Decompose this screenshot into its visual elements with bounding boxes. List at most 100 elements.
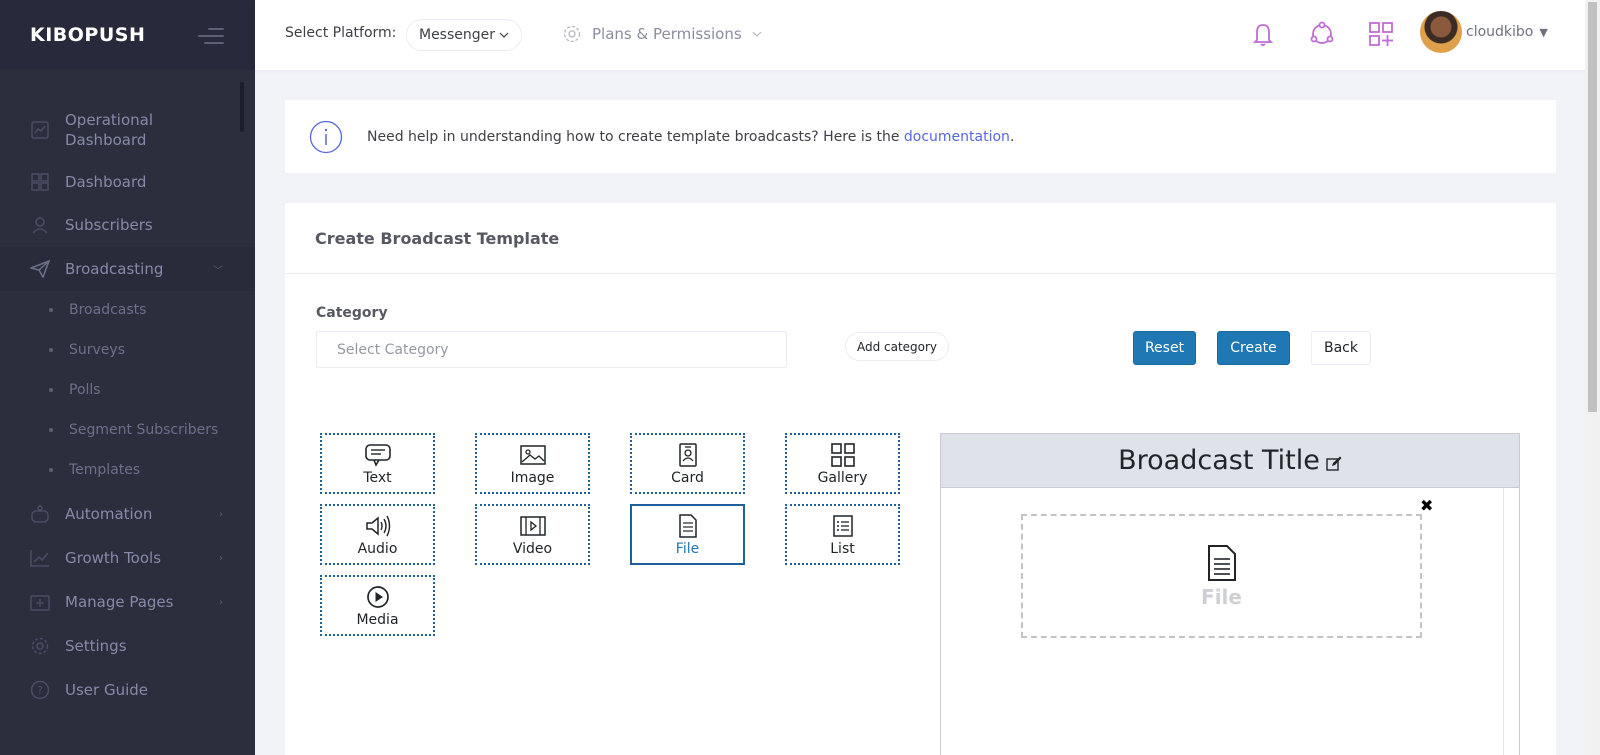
sidebar: KIBOPUSH Operational Dashboard Dashboard… [0,0,255,755]
card-icon [673,442,703,468]
component-label: Card [671,469,704,486]
user-icon [30,215,50,235]
sidebar-item-broadcasting[interactable]: Broadcasting ﹀ [0,247,255,291]
growth-chart-icon [30,548,50,568]
sidebar-subitem-segment-subscribers[interactable]: Segment Subscribers [0,420,255,440]
back-button[interactable]: Back [1311,331,1371,365]
component-label: List [830,540,855,557]
chevron-right-icon: › [219,596,223,608]
add-category-button[interactable]: Add category [845,332,949,361]
sidebar-item-label: User Guide [65,681,149,699]
edit-icon[interactable] [1326,456,1342,472]
sidebar-item-subscribers[interactable]: Subscribers [0,213,255,237]
preview-scrollbar[interactable] [1503,488,1519,755]
scrollbar-thumb[interactable] [1588,2,1597,412]
sidebar-item-settings[interactable]: Settings [0,634,255,658]
broadcast-title[interactable]: Broadcast Title [1118,445,1320,476]
component-label: Video [512,540,553,557]
gear-icon [563,25,581,43]
sidebar-item-dashboard[interactable]: Dashboard [0,170,255,194]
portlet-header: Create Broadcast Template [285,203,1556,274]
component-text[interactable]: Text [320,433,435,494]
category-label: Category [316,305,388,321]
sidebar-item-automation[interactable]: Automation › [0,502,255,526]
chevron-right-icon: › [219,508,223,520]
sidebar-subitem-surveys[interactable]: Surveys [0,340,255,360]
component-gallery[interactable]: Gallery [785,433,900,494]
avatar [1420,11,1462,53]
bullet-icon [49,428,53,432]
component-video[interactable]: Video [475,504,590,565]
sidebar-item-operational-dashboard[interactable]: Operational Dashboard [0,108,255,152]
component-label: File [675,540,700,557]
component-audio[interactable]: Audio [320,504,435,565]
menu-toggle-icon[interactable] [198,28,224,44]
component-list[interactable]: List [785,504,900,565]
top-header: Select Platform: Messenger Plans & Permi… [255,0,1585,70]
image-icon [518,442,548,468]
component-label: Text [363,469,392,486]
bullet-icon [49,468,53,472]
bell-icon[interactable] [1249,20,1277,48]
file-box-label: File [1201,585,1242,609]
grid-icon [30,172,50,192]
platform-select[interactable]: Messenger [406,19,522,51]
document-icon [673,513,703,539]
component-label: Gallery [817,469,868,486]
sidebar-item-label: Automation [65,505,153,523]
component-media[interactable]: Media [320,575,435,636]
category-placeholder: Select Category [337,341,449,358]
sidebar-subitem-label: Templates [69,462,141,478]
apps-add-icon[interactable] [1367,20,1395,48]
dashboard-chart-icon [30,120,50,140]
chevron-down-icon [499,32,509,38]
component-file[interactable]: File [630,504,745,565]
plans-label: Plans & Permissions [592,25,742,43]
sidebar-item-user-guide[interactable]: ? User Guide [0,678,255,702]
sidebar-subitem-polls[interactable]: Polls [0,380,255,400]
component-card[interactable]: Card [630,433,745,494]
broadcast-preview: Broadcast Title ✖ File [940,433,1520,755]
page-scrollbar[interactable] [1585,0,1600,755]
sidebar-item-label: Manage Pages [65,593,174,611]
sidebar-item-label: Operational Dashboard [65,111,154,149]
page-title: Create Broadcast Template [315,228,560,248]
close-icon[interactable]: ✖ [1420,496,1433,515]
component-image[interactable]: Image [475,433,590,494]
message-icon [363,442,393,468]
send-icon [30,259,50,279]
sidebar-item-label: Growth Tools [65,549,162,567]
username: cloudkibo [1466,24,1534,40]
sidebar-item-manage-pages[interactable]: Manage Pages › [0,590,255,614]
file-dropzone[interactable]: File [1021,514,1422,638]
category-select[interactable]: Select Category [316,331,787,368]
help-text-body: Need help in understanding how to create… [367,128,904,145]
bullet-icon [49,308,53,312]
network-icon[interactable] [1308,20,1336,48]
info-icon [309,120,343,153]
sidebar-subitem-broadcasts[interactable]: Broadcasts [0,300,255,320]
video-icon [518,513,548,539]
question-icon: ? [30,680,50,700]
play-circle-icon [363,584,393,610]
pages-icon [30,592,50,612]
sidebar-item-growth-tools[interactable]: Growth Tools › [0,546,255,570]
create-button[interactable]: Create [1217,331,1290,365]
sidebar-subitem-label: Broadcasts [69,302,147,318]
gallery-icon [828,442,858,468]
documentation-link[interactable]: documentation [904,129,1010,145]
brand-header: KIBOPUSH [0,0,255,70]
sidebar-item-label: Settings [65,637,127,655]
user-menu[interactable]: cloudkibo ▼ [1420,11,1548,53]
plans-permissions-menu[interactable]: Plans & Permissions [562,24,762,44]
sidebar-item-label: Broadcasting [65,260,164,278]
svg-text:?: ? [37,684,43,697]
robot-icon [30,504,50,524]
brand-logo: KIBOPUSH [30,24,146,46]
chevron-down-icon: ﹀ [213,265,223,277]
preview-title-bar: Broadcast Title [941,434,1519,488]
bullet-icon [49,388,53,392]
sidebar-subitem-templates[interactable]: Templates [0,460,255,480]
reset-button[interactable]: Reset [1133,331,1196,365]
gear-icon [30,636,50,656]
